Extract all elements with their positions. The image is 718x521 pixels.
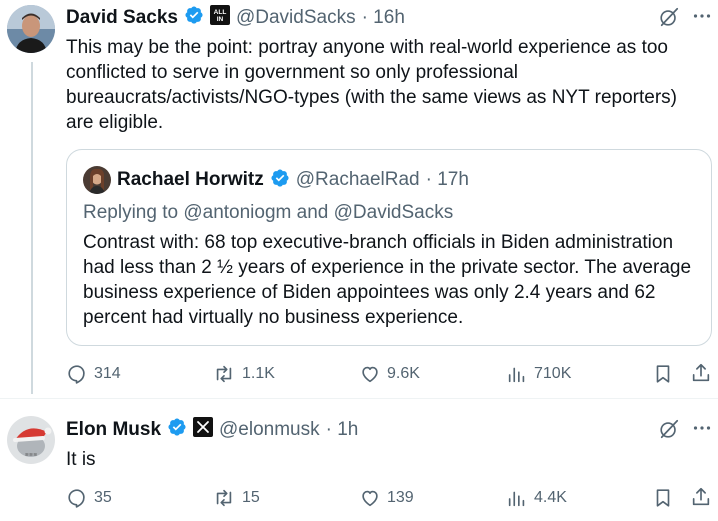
heart-icon [362,366,378,383]
share-icon[interactable] [690,486,712,513]
avatar-david-sacks[interactable] [7,5,55,53]
verified-badge-icon [270,168,290,193]
like-count: 9.6K [387,365,420,382]
reply-button[interactable]: 35 [66,487,112,509]
view-count: 4.4K [534,489,567,506]
affiliation-badge-icon[interactable]: ALL IN [209,5,230,30]
repost-button[interactable]: 1.1K [212,363,275,385]
grok-icon[interactable] [658,6,680,33]
quote-author-name[interactable]: Rachael Horwitz [117,169,264,191]
views-button[interactable]: 4.4K [506,487,567,509]
tweet-time[interactable]: · 16h [362,7,405,29]
quote-author-handle[interactable]: @RachaelRad [296,169,420,191]
reply-icon [68,365,85,384]
reply-count: 314 [94,365,121,382]
replying-to: Replying to @antoniogm and @DavidSacks [83,202,453,224]
reply-count: 35 [94,489,112,506]
svg-text:IN: IN [217,16,224,23]
bookmark-icon[interactable] [652,487,674,514]
more-options-icon[interactable] [692,6,712,31]
quote-text: Contrast with: 68 top executive-branch o… [83,232,692,328]
verified-badge-icon [184,5,204,30]
quote-time[interactable]: · 17h [426,169,469,191]
tweet2-header: Elon Musk @elonmusk · 1h [66,417,358,442]
replying-to-label: Replying to [83,202,179,223]
author-handle[interactable]: @elonmusk [219,419,320,441]
x-logo-icon[interactable] [193,417,214,442]
view-count: 710K [534,365,572,382]
heart-icon [362,490,378,507]
repost-icon [216,365,232,383]
thread-line [31,62,33,394]
reply-button[interactable]: 314 [66,363,121,385]
like-count: 139 [387,489,414,506]
author-handle[interactable]: @DavidSacks [236,7,356,29]
verified-badge-icon [167,417,187,442]
like-button[interactable]: 9.6K [359,363,420,385]
grok-icon[interactable] [658,418,680,445]
tweet-time[interactable]: · 1h [326,419,359,441]
share-icon[interactable] [690,362,712,389]
bookmark-icon[interactable] [652,363,674,390]
tweet1-header: David Sacks ALL IN @DavidSacks · 16h [66,5,405,30]
repost-button[interactable]: 15 [212,487,260,509]
author-name[interactable]: David Sacks [66,7,178,29]
like-button[interactable]: 139 [359,487,414,509]
author-name[interactable]: Elon Musk [66,419,161,441]
repost-count: 1.1K [242,365,275,382]
tweet-text: It is [66,449,96,470]
reply-icon [68,489,85,508]
analytics-icon [508,367,525,383]
quote-header: Rachael Horwitz @RachaelRad · 17h [83,166,469,194]
analytics-icon [508,491,525,507]
svg-text:≋≋≋: ≋≋≋ [25,452,38,458]
repost-count: 15 [242,489,260,506]
quoted-tweet[interactable]: Rachael Horwitz @RachaelRad · 17h Replyi… [66,149,712,346]
tweet-divider [0,398,718,399]
replying-to-users[interactable]: @antoniogm and @DavidSacks [183,202,453,223]
tweet-text: This may be the point: portray anyone wi… [66,37,678,133]
avatar-elon-musk[interactable]: ≋≋≋ [7,416,55,464]
more-options-icon[interactable] [692,418,712,443]
views-button[interactable]: 710K [506,363,571,385]
svg-text:ALL: ALL [214,9,227,16]
avatar-rachael-horwitz[interactable] [83,166,111,194]
repost-icon [216,489,232,507]
